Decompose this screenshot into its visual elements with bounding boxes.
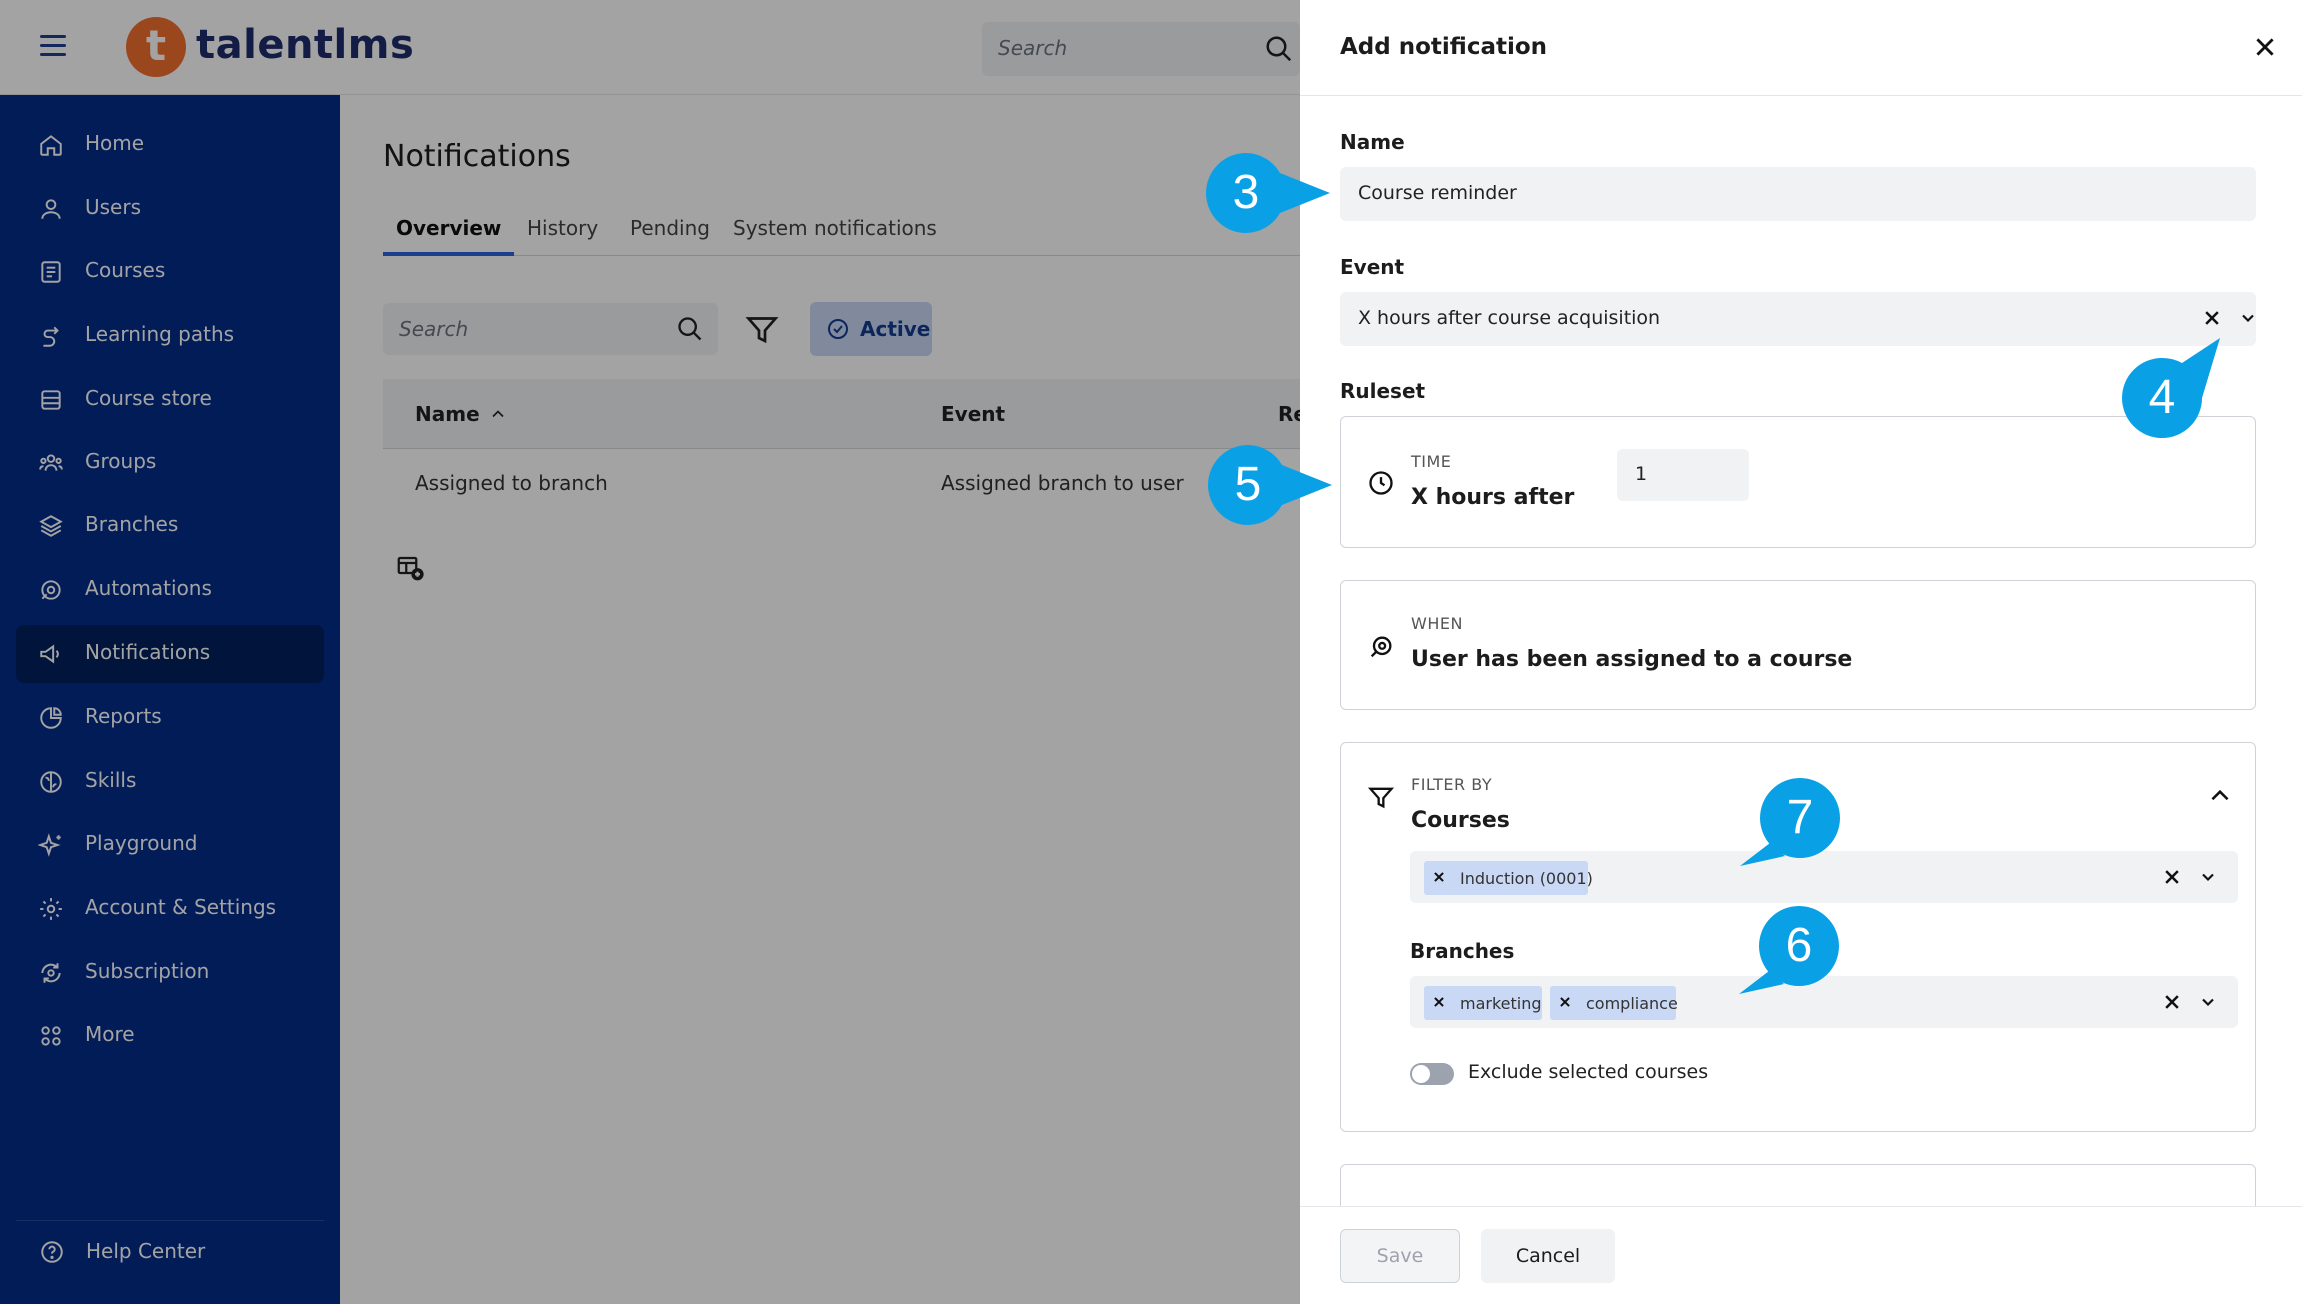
hours-value: 1	[1635, 463, 1648, 485]
when-overline: WHEN	[1411, 614, 1463, 633]
when-rule-card[interactable]: WHEN User has been assigned to a course	[1340, 580, 2256, 710]
clear-icon[interactable]	[2162, 867, 2182, 887]
remove-chip-icon[interactable]	[1432, 870, 1446, 884]
callout-number: 7	[1786, 791, 1814, 844]
branch-chip-label: marketing	[1460, 994, 1542, 1013]
callout-marker: 7	[1740, 768, 1850, 868]
drawer-header: Add notification	[1300, 0, 2302, 96]
courses-label: Courses	[1411, 808, 1510, 833]
branch-chip-label: compliance	[1586, 994, 1678, 1013]
clock-icon	[1369, 471, 1393, 495]
clear-icon[interactable]	[2162, 992, 2182, 1012]
clear-icon[interactable]	[2202, 308, 2222, 328]
drawer-footer: Save Cancel	[1300, 1206, 2302, 1304]
callout-marker: 4	[2112, 338, 2220, 448]
chevron-down-icon[interactable]	[2238, 308, 2258, 328]
branch-chip: marketing	[1424, 986, 1542, 1020]
callout-marker: 5	[1198, 435, 1332, 535]
name-input[interactable]: Course reminder	[1340, 167, 2256, 221]
remove-chip-icon[interactable]	[1558, 995, 1572, 1009]
save-button[interactable]: Save	[1340, 1229, 1460, 1283]
ruleset-label: Ruleset	[1340, 379, 1426, 403]
course-chip: Induction (0001)	[1424, 861, 1593, 895]
name-value: Course reminder	[1358, 182, 1517, 204]
drawer-title: Add notification	[1340, 34, 1548, 60]
exclude-courses-toggle[interactable]	[1410, 1063, 1454, 1085]
callout-number: 3	[1232, 166, 1260, 219]
callout-number: 4	[2148, 371, 2176, 424]
event-select[interactable]: X hours after course acquisition	[1340, 292, 2256, 346]
branch-chip: compliance	[1550, 986, 1678, 1020]
remove-chip-icon[interactable]	[1432, 995, 1446, 1009]
filter-overline: FILTER BY	[1411, 775, 1493, 794]
hours-input[interactable]: 1	[1617, 449, 1749, 501]
callout-marker: 6	[1739, 896, 1849, 996]
branches-label: Branches	[1410, 939, 1515, 963]
event-label: Event	[1340, 255, 1405, 279]
toggle-knob	[1412, 1065, 1430, 1083]
callout-marker: 3	[1196, 143, 1330, 243]
callout-number: 5	[1234, 458, 1262, 511]
close-icon[interactable]	[2252, 34, 2278, 60]
course-chip-label: Induction (0001)	[1460, 869, 1593, 888]
chevron-down-icon[interactable]	[2198, 867, 2218, 887]
chevron-up-icon[interactable]	[2207, 783, 2233, 809]
time-title: X hours after	[1411, 485, 1575, 510]
cancel-button[interactable]: Cancel	[1481, 1229, 1615, 1283]
when-title: User has been assigned to a course	[1411, 647, 1853, 672]
time-overline: TIME	[1411, 452, 1452, 471]
modal-backdrop[interactable]	[0, 0, 1300, 1304]
add-notification-drawer: Add notification Name Course reminder Ev…	[1300, 0, 2302, 1304]
event-value: X hours after course acquisition	[1358, 307, 1661, 329]
callout-number: 6	[1785, 919, 1813, 972]
exclude-courses-label: Exclude selected courses	[1468, 1061, 1709, 1083]
name-label: Name	[1340, 130, 1405, 154]
chevron-down-icon[interactable]	[2198, 992, 2218, 1012]
filter-icon	[1367, 787, 1395, 809]
trigger-icon	[1370, 636, 1392, 658]
